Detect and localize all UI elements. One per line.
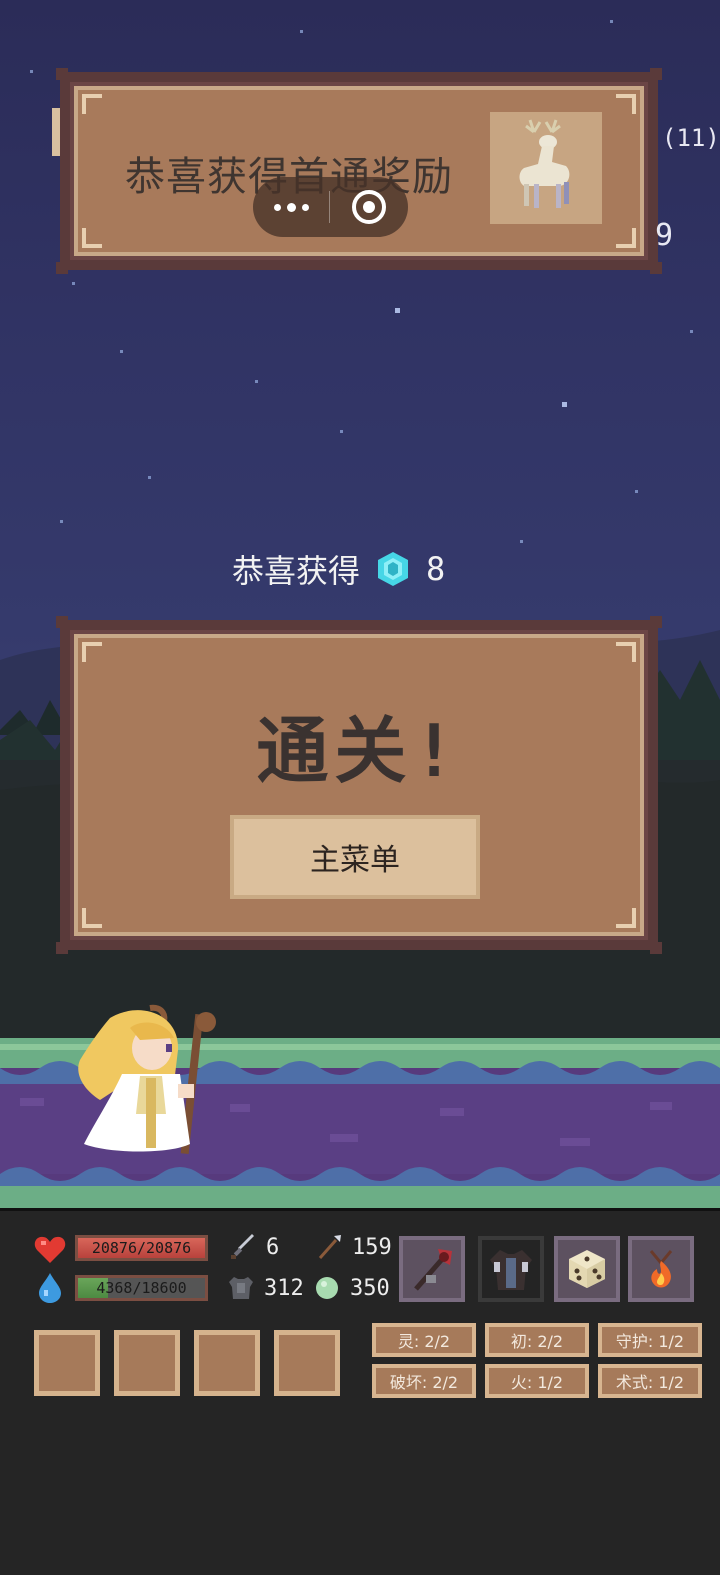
hp-value: 20876/20876 (91, 1239, 192, 1257)
attack-value: 6 (266, 1234, 280, 1260)
skill-slot-3[interactable] (194, 1330, 260, 1396)
close-mini-program-button[interactable] (330, 190, 408, 224)
gain-label: 恭喜获得 (232, 552, 361, 590)
equip-slot-weapon[interactable] (399, 1236, 465, 1302)
spirit-value: 350 (350, 1275, 390, 1301)
trait-tag-chu[interactable]: 初: 2/2 (485, 1323, 589, 1357)
hidden-ui-edge (52, 108, 60, 156)
dice-icon (569, 1250, 605, 1288)
stat-attack: 6 (230, 1234, 279, 1260)
pierce-value: 159 (352, 1234, 392, 1260)
reward-item-slot[interactable] (490, 112, 602, 224)
first-clear-reward-banner: 恭喜获得首通奖励 (56, 68, 662, 274)
hidden-stage-number: 9 (655, 218, 674, 253)
trait-tag-shouhu[interactable]: 守护: 1/2 (598, 1323, 702, 1357)
armor-icon (229, 1277, 253, 1299)
defense-value: 312 (264, 1275, 304, 1301)
record-circle-icon (352, 190, 386, 224)
more-dots-icon[interactable] (253, 177, 329, 237)
stage-clear-dialog: 通关! 主菜单 (56, 616, 662, 954)
stat-pierce: 159 (316, 1234, 392, 1260)
fire-amulet-icon (649, 1250, 673, 1288)
skill-slot-1[interactable] (34, 1330, 100, 1396)
hidden-stage-count: (11) (662, 124, 720, 152)
hero-character (78, 1004, 216, 1155)
heart-icon (34, 1236, 66, 1263)
sword-icon (231, 1234, 254, 1259)
trait-tag-shushi[interactable]: 术式: 1/2 (598, 1364, 702, 1398)
cyan-gem-icon (378, 552, 409, 586)
mp-value: 4368/18600 (96, 1279, 187, 1297)
hp-bar: 20876/20876 (75, 1235, 208, 1261)
stat-spirit: 350 (314, 1275, 390, 1301)
skill-slot-4[interactable] (274, 1330, 340, 1396)
green-orb-icon (316, 1277, 338, 1299)
skill-slot-2[interactable] (114, 1330, 180, 1396)
equip-slot-accessory[interactable] (554, 1236, 620, 1302)
spear-icon (318, 1235, 341, 1259)
white-deer-icon (519, 119, 570, 208)
trait-tag-ling[interactable]: 灵: 2/2 (372, 1323, 476, 1357)
stat-defense: 312 (228, 1275, 304, 1301)
equip-slot-amulet[interactable] (628, 1236, 694, 1302)
mini-program-capsule (253, 177, 408, 237)
water-drop-icon (39, 1273, 61, 1303)
stage-clear-title: 通关! (256, 709, 462, 793)
equip-slot-armor[interactable] (478, 1236, 544, 1302)
gain-notice: 恭喜获得 8 (232, 546, 445, 592)
mp-bar: 4368/18600 (75, 1275, 208, 1301)
game-scene: 恭喜获得首通奖励 (11) 9 恭喜获得 (0, 0, 720, 1208)
trait-tag-pohuai[interactable]: 破坏: 2/2 (372, 1364, 476, 1398)
main-menu-button[interactable]: 主菜单 (230, 815, 480, 899)
trait-tag-huo[interactable]: 火: 1/2 (485, 1364, 589, 1398)
dark-robe-icon (490, 1250, 532, 1290)
crimson-staff-icon (414, 1249, 452, 1291)
gain-amount: 8 (426, 550, 446, 588)
